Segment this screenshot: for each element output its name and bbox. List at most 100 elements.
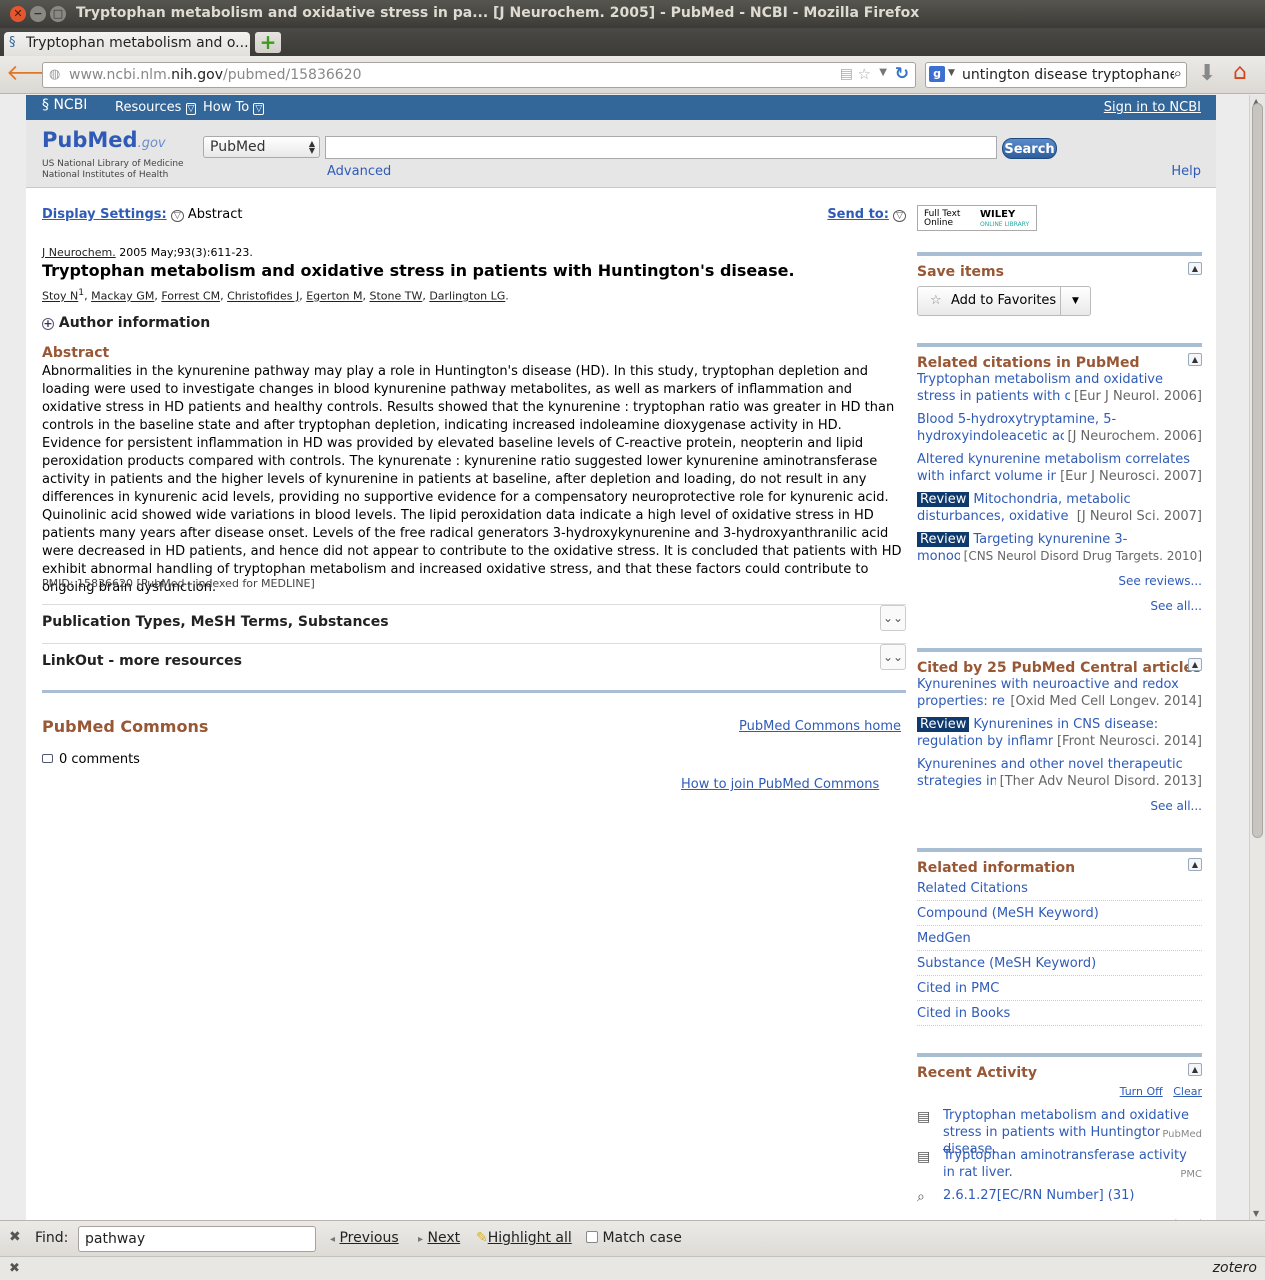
home-icon[interactable]: ⌂ [1233, 60, 1247, 85]
pubmed-search-input[interactable] [325, 136, 997, 159]
close-find-icon[interactable]: ✖ [9, 1229, 21, 1245]
related-info-item[interactable]: Related Citations [917, 876, 1202, 901]
recent-item[interactable]: ▤ Tryptophan aminotransferase activity in… [917, 1147, 1202, 1187]
collapse-icon[interactable]: ▲ [1188, 858, 1202, 871]
downloads-icon[interactable]: ⬇ [1198, 61, 1216, 86]
database-select[interactable]: PubMed ▲ ▼ [203, 136, 320, 158]
chevron-down-icon[interactable]: ▽ [170, 210, 184, 222]
find-previous-button[interactable]: ◂ Previous [330, 1230, 399, 1246]
see-all-cited-link[interactable]: See all... [1150, 799, 1202, 813]
author-link[interactable]: Christofides J [227, 290, 299, 303]
join-commons-link[interactable]: How to join PubMed Commons [681, 777, 879, 792]
maximize-window-button[interactable]: □ [50, 6, 66, 22]
recent-item[interactable]: ⌕2.6.1.27[EC/RN Number] (31)PubMed [917, 1187, 1202, 1220]
advanced-link[interactable]: Advanced [327, 164, 391, 179]
highlight-all-button[interactable]: ✎Highlight all [476, 1230, 572, 1246]
author-link[interactable]: Darlington LG [429, 290, 505, 303]
related-info-item[interactable]: Cited in PMC [917, 976, 1202, 1001]
close-window-button[interactable]: ✕ [10, 6, 26, 22]
author-link[interactable]: Egerton M [306, 290, 362, 303]
related-info-item[interactable]: MedGen [917, 926, 1202, 951]
recent-item[interactable]: ▤ Tryptophan metabolism and oxidative str… [917, 1107, 1202, 1157]
author-link[interactable]: Mackay GM [91, 290, 154, 303]
search-button[interactable]: Search [1002, 138, 1057, 159]
cited-item[interactable]: Kynurenines with neuroactive and redox p… [917, 676, 1202, 716]
add-to-favorites-button[interactable]: ☆ Add to Favorites ▼ [917, 286, 1091, 316]
add-to-favorites-label: Add to Favorites [951, 293, 1057, 308]
wiley-logo: WILEY [980, 209, 1016, 220]
send-to-group[interactable]: Send to: ▽ [827, 207, 906, 222]
history-dropdown-icon[interactable]: ▼ [879, 67, 887, 78]
favorites-dropdown-icon[interactable]: ▼ [1060, 287, 1090, 315]
howto-menu[interactable]: How To ▽ [203, 100, 265, 115]
page-scrollbar[interactable]: ▲ ▼ [1249, 95, 1265, 1220]
page-icon[interactable]: ▤ [840, 66, 853, 82]
collapse-icon[interactable]: ▲ [1188, 1063, 1202, 1076]
turn-off-link[interactable]: Turn Off [1120, 1085, 1163, 1098]
author-link[interactable]: Forrest CM [161, 290, 220, 303]
help-link[interactable]: Help [1171, 164, 1201, 179]
review-badge: Review [917, 492, 970, 507]
author-link[interactable]: Stoy N [42, 290, 78, 303]
related-item[interactable]: ReviewTargeting kynurenine 3-monooxygena… [917, 531, 1202, 571]
full-text-badge[interactable]: Full Text Online WILEY ONLINE LIBRARY [917, 205, 1037, 231]
article-title: Tryptophan metabolism and oxidative stre… [42, 261, 795, 280]
magnifier-icon[interactable]: ⌕ [1173, 64, 1182, 82]
signin-link[interactable]: Sign in to NCBI [1104, 100, 1201, 115]
display-settings-link[interactable]: Display Settings: [42, 207, 167, 222]
recent-item-title[interactable]: 2.6.1.27[EC/RN Number] (31) [943, 1188, 1135, 1203]
related-info-item[interactable]: Substance (MeSH Keyword) [917, 951, 1202, 976]
author-info-toggle[interactable]: + Author information [42, 315, 210, 331]
collapse-icon[interactable]: ▲ [1188, 353, 1202, 366]
related-item[interactable]: Review Mitochondria, metabolic disturbanc… [917, 491, 1202, 531]
reload-icon[interactable]: ↻ [895, 64, 909, 84]
scroll-thumb[interactable] [1252, 103, 1263, 838]
resources-menu[interactable]: Resources ▽ [115, 100, 197, 115]
related-item-journal: [CNS Neurol Disord Drug Targets. 2010] [959, 548, 1202, 565]
collapse-icon[interactable]: ▲ [1188, 658, 1202, 671]
find-input[interactable]: pathway [78, 1226, 316, 1252]
tab-active[interactable]: § Tryptophan metabolism and o... [4, 32, 250, 56]
url-bar[interactable]: ◍ www.ncbi.nlm.nih.gov/pubmed/15836620 ▤… [42, 62, 916, 88]
linkout-accordion[interactable]: LinkOut - more resources ⌄⌄ [42, 643, 906, 683]
related-item[interactable]: Tryptophan metabolism and oxidative stre… [917, 371, 1202, 411]
related-item[interactable]: Blood 5-hydroxytryptamine, 5-hydroxyindo… [917, 411, 1202, 451]
zotero-button[interactable]: zotero [1213, 1260, 1257, 1276]
related-info-item[interactable]: Compound (MeSH Keyword) [917, 901, 1202, 926]
pubtypes-accordion[interactable]: Publication Types, MeSH Terms, Substance… [42, 604, 906, 644]
search-engine-dropdown-icon[interactable]: ▼ [948, 68, 955, 78]
related-item[interactable]: Altered kynurenine metabolism correlates… [917, 451, 1202, 491]
scroll-down-icon[interactable]: ▼ [1253, 1209, 1259, 1218]
minimize-window-button[interactable]: − [30, 6, 46, 22]
match-case-checkbox[interactable]: Match case [586, 1230, 682, 1246]
bookmark-star-icon[interactable]: ☆ [858, 65, 871, 83]
cited-item[interactable]: Review Kynurenines in CNS disease: regula… [917, 716, 1202, 756]
pubmed-logo[interactable]: PubMed.gov [42, 128, 166, 152]
recent-item-title[interactable]: Tryptophan aminotransferase activity in … [943, 1148, 1187, 1180]
collapse-icon[interactable]: ▲ [1188, 262, 1202, 275]
globe-icon: ◍ [49, 67, 61, 82]
tab-bar: § Tryptophan metabolism and o... + [0, 28, 1265, 56]
find-bar: ✖ Find: pathway ◂ Previous ▸ Next ✎Highl… [0, 1220, 1265, 1256]
clear-link[interactable]: Clear [1173, 1085, 1202, 1098]
chevron-down-icon[interactable]: ▽ [893, 210, 906, 222]
find-next-button[interactable]: ▸ Next [418, 1230, 460, 1246]
commons-home-link[interactable]: PubMed Commons home [739, 719, 901, 734]
close-addon-bar-icon[interactable]: ✖ [9, 1261, 20, 1276]
send-to-link[interactable]: Send to: [827, 207, 889, 222]
expand-double-chevron-icon[interactable]: ⌄⌄ [880, 605, 906, 631]
ncbi-logo[interactable]: § NCBI [42, 97, 87, 113]
expand-double-chevron-icon[interactable]: ⌄⌄ [880, 644, 906, 670]
highlight-all-label: Highlight all [487, 1230, 572, 1246]
related-citations-portlet: ▲ Related citations in PubMed Tryptophan… [917, 343, 1202, 621]
journal-link[interactable]: J Neurochem. [42, 246, 116, 259]
related-item-journal: [Eur J Neurol. 2006] [1070, 388, 1202, 405]
web-search-field[interactable]: g ▼ untington disease tryptophane ⌕ [925, 62, 1187, 88]
see-all-related-link[interactable]: See all... [1150, 599, 1202, 613]
author-link[interactable]: Stone TW [369, 290, 422, 303]
select-arrows-icon: ▲ ▼ [308, 139, 315, 155]
see-reviews-link[interactable]: See reviews... [1118, 574, 1202, 588]
cited-item[interactable]: Kynurenines and other novel therapeutic … [917, 756, 1202, 796]
new-tab-button[interactable]: + [255, 32, 281, 53]
related-info-item[interactable]: Cited in Books [917, 1001, 1202, 1026]
